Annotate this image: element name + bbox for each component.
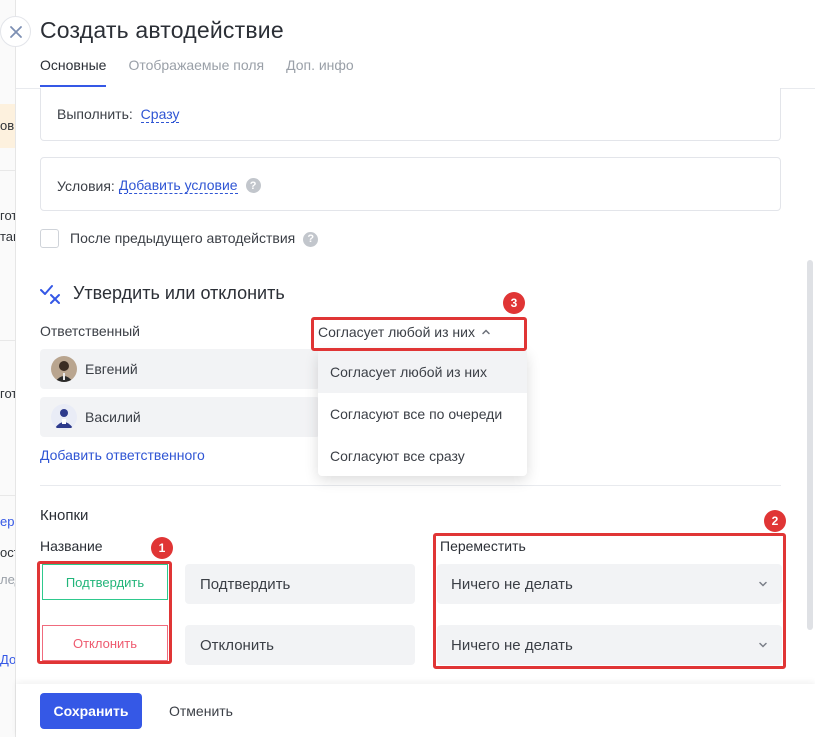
chevron-down-icon bbox=[759, 642, 767, 648]
approval-mode-select[interactable]: Согласует любой из них bbox=[318, 324, 491, 340]
person-name: Евгений bbox=[85, 361, 138, 377]
buttons-section-title: Кнопки bbox=[40, 507, 89, 524]
annotation-badge-3: 3 bbox=[503, 292, 525, 314]
tab-bar: Основные Отображаемые поля Доп. инфо bbox=[40, 57, 376, 87]
background-fragment: ов bbox=[0, 118, 15, 133]
reject-button-preview[interactable]: Отклонить bbox=[42, 625, 168, 661]
conditions-label: Условия: bbox=[57, 177, 115, 194]
chevron-down-icon bbox=[759, 581, 767, 587]
background-fragment: тан bbox=[0, 229, 15, 244]
move-select-value: Ничего не делать bbox=[451, 636, 573, 654]
scrollbar[interactable] bbox=[807, 260, 813, 630]
person-name: Василий bbox=[85, 409, 141, 425]
background-fragment: гот bbox=[0, 386, 16, 401]
background-fragment: лед bbox=[0, 572, 15, 587]
approval-mode-value: Согласует любой из них bbox=[318, 324, 475, 340]
add-condition-link[interactable]: Добавить условие bbox=[118, 177, 238, 194]
cancel-button[interactable]: Отменить bbox=[169, 703, 233, 719]
question-icon[interactable]: ? bbox=[303, 231, 319, 247]
execute-box: Выполнить: Сразу bbox=[40, 88, 781, 141]
dropdown-option-any[interactable]: Согласует любой из них bbox=[318, 351, 527, 393]
execute-label: Выполнить: bbox=[57, 106, 133, 122]
approval-mode-dropdown: Согласует любой из них Согласуют все по … bbox=[318, 351, 527, 476]
conditions-box: Условия: Добавить условие ? bbox=[40, 157, 781, 211]
execute-timing-link[interactable]: Сразу bbox=[140, 106, 180, 123]
avatar bbox=[51, 404, 77, 430]
after-previous-row: После предыдущего автодействия? bbox=[70, 230, 319, 247]
close-icon bbox=[9, 25, 22, 38]
background-fragment: ост bbox=[0, 545, 15, 560]
move-column-label: Переместить bbox=[440, 538, 526, 554]
responsible-label: Ответственный bbox=[40, 323, 140, 339]
after-previous-checkbox[interactable] bbox=[40, 229, 59, 248]
section-title: Утвердить или отклонить bbox=[73, 283, 285, 303]
background-divider bbox=[0, 340, 15, 341]
modal-title: Создать автодействие bbox=[40, 17, 284, 43]
reject-name-field[interactable]: Отклонить bbox=[185, 625, 415, 665]
tab-extra-info[interactable]: Доп. инфо bbox=[286, 57, 354, 87]
dropdown-option-sequential[interactable]: Согласуют все по очереди bbox=[318, 393, 527, 435]
background-page: ов гот тан гот ере ост лед До bbox=[0, 0, 16, 737]
background-divider bbox=[0, 170, 15, 171]
approve-reject-icon bbox=[40, 285, 60, 304]
close-button[interactable] bbox=[0, 16, 31, 47]
annotation-badge-2: 2 bbox=[764, 510, 786, 532]
background-divider bbox=[0, 495, 15, 496]
responsible-person[interactable]: Евгений bbox=[40, 349, 320, 389]
name-column-label: Название bbox=[40, 538, 103, 554]
chevron-up-icon bbox=[482, 329, 490, 335]
responsible-person[interactable]: Василий bbox=[40, 397, 320, 437]
background-fragment: ере bbox=[0, 514, 15, 529]
confirm-move-select[interactable]: Ничего не делать bbox=[437, 564, 782, 604]
save-button[interactable]: Сохранить bbox=[40, 693, 142, 729]
add-responsible-link[interactable]: Добавить ответственного bbox=[40, 447, 205, 463]
question-icon[interactable]: ? bbox=[245, 178, 261, 193]
background-fragment: гот bbox=[0, 208, 16, 223]
move-select-value: Ничего не делать bbox=[451, 575, 573, 593]
tab-displayed-fields[interactable]: Отображаемые поля bbox=[128, 57, 264, 87]
reject-move-select[interactable]: Ничего не делать bbox=[437, 625, 782, 665]
annotation-badge-1: 1 bbox=[151, 537, 173, 559]
dropdown-option-all-at-once[interactable]: Согласуют все сразу bbox=[318, 435, 527, 477]
background-fragment: До bbox=[0, 652, 16, 667]
after-previous-label: После предыдущего автодействия bbox=[70, 230, 296, 246]
avatar bbox=[51, 356, 77, 382]
confirm-name-field[interactable]: Подтвердить bbox=[185, 564, 415, 604]
confirm-button-preview[interactable]: Подтвердить bbox=[42, 564, 168, 600]
section-divider bbox=[40, 485, 781, 486]
tab-main[interactable]: Основные bbox=[40, 57, 107, 87]
